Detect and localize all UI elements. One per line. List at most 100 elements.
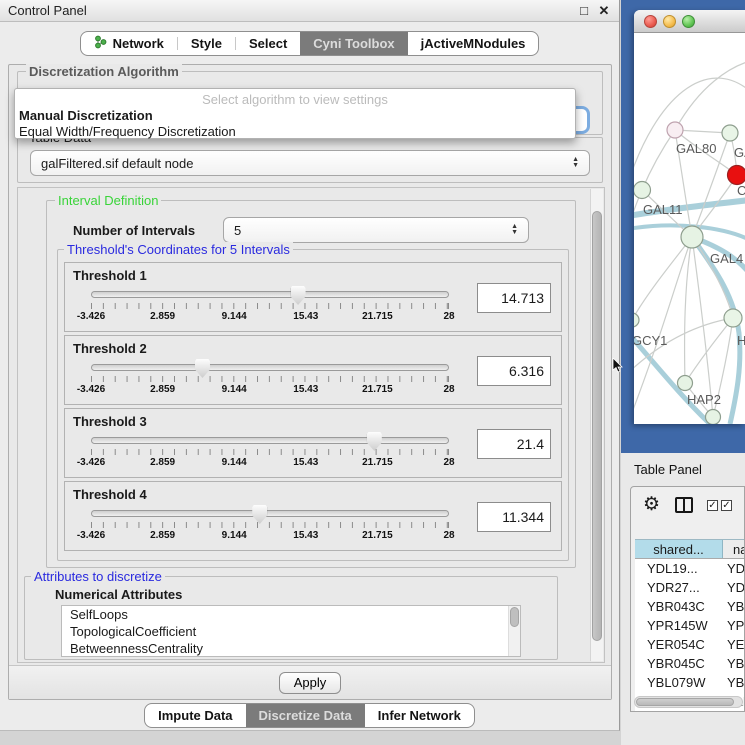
node-hap2[interactable] xyxy=(678,376,693,391)
node-partial-top-right[interactable] xyxy=(722,125,738,141)
slider-ticks xyxy=(91,376,449,382)
mouse-cursor xyxy=(612,358,623,376)
threshold-slider-stack: Threshold 1 -3.426 2.859 9.144 xyxy=(64,262,562,554)
scrollbar-thumb[interactable] xyxy=(592,211,602,641)
network-canvas[interactable]: GAL80 GA C GAL11 GAL4 GCY1 H HAP2 xyxy=(634,33,745,424)
table-header-row: shared... na xyxy=(635,539,744,559)
tab-select[interactable]: Select xyxy=(236,32,300,55)
threshold-label: Threshold 3 xyxy=(73,414,147,429)
threshold-value-field[interactable]: 14.713 xyxy=(477,283,551,313)
node-gal4[interactable] xyxy=(681,226,703,248)
node-bottom-partial[interactable] xyxy=(706,410,721,425)
slider-track[interactable] xyxy=(91,364,449,371)
scrollbar-thumb[interactable] xyxy=(510,607,519,627)
tab-style[interactable]: Style xyxy=(178,32,235,55)
checkbox-icon[interactable]: ✓ xyxy=(707,500,718,511)
network-graph: GAL80 GA C GAL11 GAL4 GCY1 H HAP2 xyxy=(634,33,745,424)
tab-cyni-toolbox[interactable]: Cyni Toolbox xyxy=(300,32,407,55)
table-row[interactable]: YDR27... YDR2 xyxy=(635,578,744,597)
table-panel-title: Table Panel xyxy=(634,462,702,477)
float-window-icon[interactable]: □ xyxy=(575,2,593,20)
node-label-partial-mid-right: C xyxy=(737,183,745,198)
node-table: shared... na YDL19... YDL1 YDR27... YDR2 xyxy=(635,539,744,711)
threshold-panel: Threshold 2 -3.426 2.859 9.144 xyxy=(64,335,562,405)
control-panel-titlebar: Control Panel □ ✕ xyxy=(0,0,619,22)
table-row[interactable]: YDL19... YDL1 xyxy=(635,559,744,578)
apply-button[interactable]: Apply xyxy=(279,672,342,694)
attribute-list-item[interactable]: TopologicalCoefficient xyxy=(62,623,520,640)
control-panel: Control Panel □ ✕ Netwo xyxy=(0,0,620,731)
split-columns-icon[interactable] xyxy=(675,497,693,513)
attributes-groupbox: Attributes to discretize Numerical Attri… xyxy=(24,576,558,660)
desktop-background: GAL80 GA C GAL11 GAL4 GCY1 H HAP2 xyxy=(621,0,745,453)
node-label-hap2: HAP2 xyxy=(687,392,721,407)
close-icon[interactable]: ✕ xyxy=(595,2,613,20)
table-toolbar: ⚙ ✓ ✓ xyxy=(631,487,744,525)
slider-ticks xyxy=(91,303,449,309)
thresholds-group-label: Threshold's Coordinates for 5 Intervals xyxy=(64,242,293,257)
scrollbar-thumb[interactable] xyxy=(636,698,734,706)
cyni-panel: Discretization Algorithm Select algorith… xyxy=(8,64,612,700)
node-gal11[interactable] xyxy=(634,182,651,199)
node-partial-low-right[interactable] xyxy=(724,309,742,327)
slider-track[interactable] xyxy=(91,510,449,517)
close-traffic-light-icon[interactable] xyxy=(644,15,657,28)
tab-jactivemnodules[interactable]: jActiveMNodules xyxy=(408,32,539,55)
slider-track[interactable] xyxy=(91,291,449,298)
tab-infer-network[interactable]: Infer Network xyxy=(365,704,474,727)
threshold-slider: -3.426 2.859 9.144 15.43 21.715 28 xyxy=(91,510,449,548)
tab-impute-data[interactable]: Impute Data xyxy=(145,704,245,727)
zoom-traffic-light-icon[interactable] xyxy=(682,15,695,28)
node-label-partial-low-right: H xyxy=(737,333,745,348)
number-of-intervals-value: 5 xyxy=(234,223,241,238)
network-window-titlebar xyxy=(634,10,745,33)
minimize-traffic-light-icon[interactable] xyxy=(663,15,676,28)
slider-ticks xyxy=(91,449,449,455)
checkbox-icon[interactable]: ✓ xyxy=(721,500,732,511)
dropdown-option-equal-width[interactable]: Equal Width/Frequency Discretization xyxy=(19,124,236,139)
top-tabbar: Network Style Select Cyni Toolbox jActiv… xyxy=(0,31,619,56)
attribute-list-item[interactable]: BetweennessCentrality xyxy=(62,640,520,657)
network-window: GAL80 GA C GAL11 GAL4 GCY1 H HAP2 xyxy=(634,10,745,424)
threshold-panel: Threshold 4 -3.426 2.859 9.144 xyxy=(64,481,562,551)
table-row[interactable]: YBR043C YBR0 xyxy=(635,597,744,616)
threshold-slider: -3.426 2.859 9.144 15.43 21.715 28 xyxy=(91,437,449,475)
gear-icon[interactable]: ⚙ xyxy=(643,495,660,515)
table-data-combobox[interactable]: galFiltered.sif default node ▲▼ xyxy=(30,150,590,176)
dropdown-option-manual[interactable]: Manual Discretization xyxy=(19,108,153,123)
node-label-partial-top-right: GA xyxy=(734,145,745,160)
settings-scrollbar[interactable] xyxy=(590,189,603,661)
table-row[interactable]: YPR145W YPR1 xyxy=(635,616,744,635)
threshold-value-field[interactable]: 6.316 xyxy=(477,356,551,386)
table-row[interactable]: YIL053C YIL0 xyxy=(635,711,744,712)
table-horizontal-scrollbar[interactable] xyxy=(634,696,743,708)
threshold-label: Threshold 2 xyxy=(73,341,147,356)
column-header-shared-name[interactable]: shared... xyxy=(635,540,723,558)
threshold-slider: -3.426 2.859 9.144 15.43 21.715 28 xyxy=(91,364,449,402)
attributes-group-label: Attributes to discretize xyxy=(31,569,165,584)
node-gal80[interactable] xyxy=(667,122,683,138)
column-header-name[interactable]: na xyxy=(723,540,744,558)
tab-discretize-data[interactable]: Discretize Data xyxy=(246,704,365,727)
number-of-intervals-combobox[interactable]: 5 ▲▼ xyxy=(223,217,529,243)
attributes-scrollbar[interactable] xyxy=(508,606,520,656)
table-row[interactable]: YBL079W YBL0 xyxy=(635,673,744,692)
attribute-list-item[interactable]: SelfLoops xyxy=(62,606,520,623)
table-row[interactable]: YBR045C YBR0 xyxy=(635,654,744,673)
threshold-value-field[interactable]: 21.4 xyxy=(477,429,551,459)
table-row[interactable]: YER054C YER0 xyxy=(635,635,744,654)
table-panel-section: Table Panel ⚙ ✓ ✓ shared... na YDL19... … xyxy=(621,453,745,745)
tab-network[interactable]: Network xyxy=(81,32,177,55)
interval-definition-groupbox: Interval Definition Number of Intervals … xyxy=(46,200,576,568)
top-tabs: Network Style Select Cyni Toolbox jActiv… xyxy=(80,31,540,56)
number-of-intervals-label: Number of Intervals xyxy=(73,223,195,238)
slider-track[interactable] xyxy=(91,437,449,444)
node-gcy1[interactable] xyxy=(634,313,639,327)
dropdown-hint-item[interactable]: Select algorithm to view settings xyxy=(15,92,575,107)
slider-tick-labels: -3.426 2.859 9.144 15.43 21.715 28 xyxy=(91,384,449,396)
numerical-attributes-label: Numerical Attributes xyxy=(55,587,182,602)
node-red-selected[interactable] xyxy=(728,166,745,185)
algorithm-group-label: Discretization Algorithm xyxy=(26,64,182,79)
node-label-gal4: GAL4 xyxy=(710,251,743,266)
threshold-value-field[interactable]: 11.344 xyxy=(477,502,551,532)
